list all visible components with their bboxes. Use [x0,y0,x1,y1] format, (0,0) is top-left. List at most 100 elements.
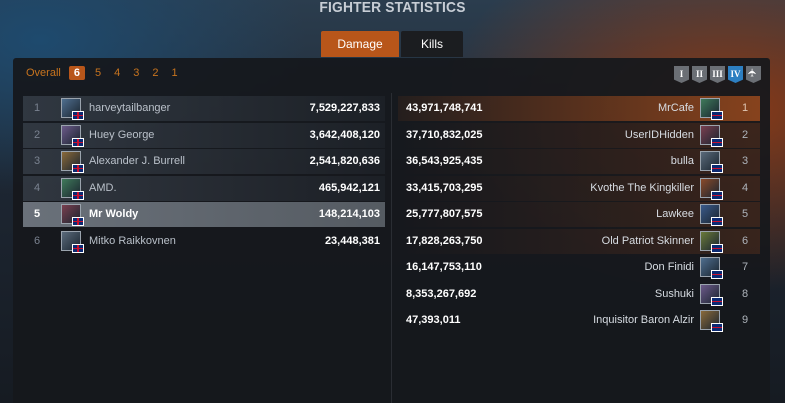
table-row[interactable]: 37,710,832,025 UserIDHidden 2 [398,122,760,148]
australia-flag-icon [711,137,723,147]
table-row[interactable]: 1 harveytailbanger 7,529,227,833 [23,96,385,121]
table-row[interactable]: 25,777,807,575 Lawkee 5 [398,202,760,227]
player-name: Don Finidi [644,261,694,273]
player-avatar [61,124,84,147]
damage-value: 8,353,267,692 [406,287,477,300]
player-name: Kvothe The Kingkiller [590,181,694,194]
rank-number: 2 [741,128,749,141]
table-row[interactable]: 6 Mitko Raikkovnen 23,448,381 [23,229,385,254]
column-divider [391,93,392,403]
player-avatar [700,310,723,332]
australia-flag-icon [711,270,723,279]
australia-flag-icon [711,296,723,306]
player-name: UserIDHidden [624,128,694,141]
player-avatar [700,98,723,120]
filter-overall[interactable]: Overall [26,67,61,79]
rank-number: 4 [741,181,749,194]
table-row[interactable]: 36,543,925,435 bulla 3 [398,149,760,174]
table-row[interactable]: 16,147,753,110 Don Finidi 7 [398,255,760,280]
player-name: Sushuki [654,287,694,300]
player-name: AMD. [89,181,117,194]
tier-iii-button[interactable]: III [710,66,725,83]
tier-ii-button[interactable]: II [692,66,707,83]
rank-number: 1 [741,102,749,114]
australia-flag-icon [711,190,723,200]
damage-value: 465,942,121 [318,181,380,194]
damage-value: 37,710,832,025 [406,128,483,141]
table-row[interactable]: 3 Alexander J. Burrell 2,541,820,636 [23,149,385,174]
damage-value: 16,147,753,110 [406,261,482,273]
player-name: MrCafe [657,102,694,114]
rank-number: 2 [33,128,41,141]
rank-number: 5 [741,208,749,220]
uk-flag-icon [72,111,84,120]
table-row[interactable]: 43,971,748,741 MrCafe 1 [398,96,760,121]
australia-flag-icon [711,164,723,173]
damage-value: 25,777,807,575 [406,208,483,220]
uk-flag-icon [72,137,84,147]
filter-level-1[interactable]: 1 [171,67,177,79]
damage-value: 47,393,011 [406,314,461,326]
table-row[interactable]: 17,828,263,750 Old Patriot Skinner 6 [398,228,760,254]
filter-level-3[interactable]: 3 [133,67,139,79]
player-name: bulla [670,155,694,167]
player-avatar [61,177,84,200]
player-name: Mr Woldy [89,208,139,220]
uk-flag-icon [72,164,84,173]
player-avatar [700,230,723,253]
filter-level-2[interactable]: 2 [152,67,158,79]
uk-flag-icon [72,243,84,253]
player-name: Lawkee [656,208,694,220]
rank-number: 7 [741,261,749,273]
filter-level-4[interactable]: 4 [114,67,120,79]
table-row[interactable]: 33,415,703,295 Kvothe The Kingkiller 4 [398,175,760,201]
rank-number: 6 [741,234,749,247]
player-avatar [700,177,723,200]
damage-value: 7,529,227,833 [309,102,380,114]
player-name: Inquisitor Baron Alzir [593,314,694,326]
player-avatar [61,151,84,173]
player-avatar [700,283,723,306]
aircraft-icon[interactable] [746,66,761,83]
player-avatar [61,230,84,253]
table-row[interactable]: 4 AMD. 465,942,121 [23,175,385,201]
filter-level-6[interactable]: 6 [68,66,85,80]
player-avatar [61,204,84,226]
page-title: FIGHTER STATISTICS [319,0,466,16]
damage-value: 36,543,925,435 [406,155,483,167]
uk-flag-icon [72,217,84,226]
player-name: Mitko Raikkovnen [89,234,176,247]
rank-number: 4 [33,181,41,194]
left-leaderboard: 1 harveytailbanger 7,529,227,833 2 Huey Geor… [23,96,385,255]
stats-panel: Overall 6 5 4 3 2 1 I II III IV 1 harveyt… [13,58,770,403]
table-row[interactable]: 2 Huey George 3,642,408,120 [23,122,385,148]
player-name: Old Patriot Skinner [601,234,694,247]
player-name: harveytailbanger [89,102,171,114]
damage-value: 43,971,748,741 [406,102,483,114]
rank-number: 3 [741,155,749,167]
player-avatar [61,98,84,120]
player-name: Alexander J. Burrell [89,155,185,167]
rank-number: 3 [33,155,41,167]
rank-number: 9 [741,314,749,326]
tier-selector: I II III IV [674,66,761,83]
table-row[interactable]: 5 Mr Woldy 148,214,103 [23,202,385,227]
tab-kills[interactable]: Kills [401,31,463,57]
damage-value: 17,828,263,750 [406,234,483,247]
tab-damage[interactable]: Damage [321,31,399,57]
damage-value: 23,448,381 [324,234,380,247]
player-name: Huey George [89,128,155,141]
rank-number: 8 [741,287,749,300]
tier-iv-button[interactable]: IV [728,66,743,83]
level-filter-bar: Overall 6 5 4 3 2 1 [26,66,191,80]
table-row[interactable]: 8,353,267,692 Sushuki 8 [398,282,760,307]
right-leaderboard: 43,971,748,741 MrCafe 1 37,710,832,025 UserI… [398,96,760,335]
table-row[interactable]: 47,393,011 Inquisitor Baron Alzir 9 [398,308,760,333]
damage-value: 3,642,408,120 [309,128,380,141]
uk-flag-icon [72,190,84,200]
filter-level-5[interactable]: 5 [95,67,101,79]
australia-flag-icon [711,111,723,120]
tier-i-button[interactable]: I [674,66,689,83]
player-avatar [700,151,723,173]
damage-value: 33,415,703,295 [406,181,483,194]
